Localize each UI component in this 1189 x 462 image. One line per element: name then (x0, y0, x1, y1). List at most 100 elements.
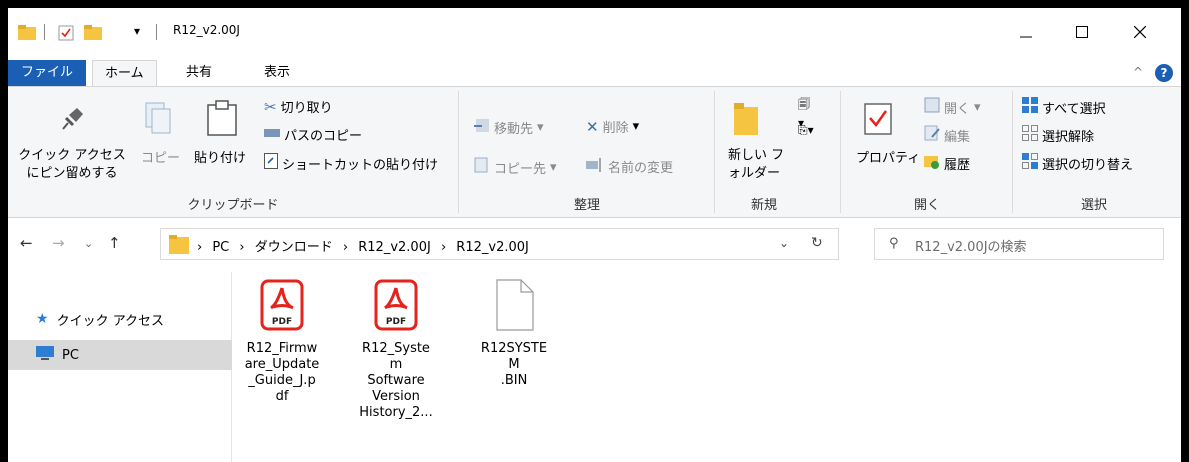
easy-access-icon[interactable]: ⎘▾ (798, 123, 814, 138)
breadcrumb-chevron-icon[interactable]: › (239, 240, 244, 255)
address-bar[interactable]: › PC › ダウンロード › R12_v2.00J › R12_v2.00J … (160, 228, 839, 260)
copy-icon (144, 101, 172, 138)
file-list: PDF R12_Firmw are_Update _Guide_J.p df P… (240, 272, 1180, 462)
invert-selection-icon (1022, 153, 1038, 173)
forward-arrow-icon[interactable]: → (52, 234, 65, 252)
help-icon[interactable]: ? (1155, 64, 1173, 82)
copy-to-button[interactable]: コピー先 ▾ (474, 157, 557, 177)
folder-icon (169, 235, 189, 258)
copy-path-label: パスのコピー (284, 129, 363, 144)
title-bar: ▾ R12_v2.00J (8, 8, 1181, 52)
up-arrow-icon[interactable]: ↑ (108, 234, 121, 252)
history-icon (924, 153, 940, 173)
rename-label: 名前の変更 (608, 161, 674, 176)
paste-shortcut-button[interactable]: ショートカットの貼り付け (264, 153, 438, 173)
file-item[interactable]: PDF R12_Firmw are_Update _Guide_J.p df (244, 278, 320, 405)
cut-label: 切り取り (280, 101, 333, 116)
customize-dropdown-icon[interactable]: ▾ (134, 24, 140, 38)
breadcrumb-chevron-icon[interactable]: › (197, 240, 202, 255)
separator (44, 24, 45, 40)
pdf-file-icon: PDF (373, 279, 419, 335)
new-folder-icon[interactable] (84, 25, 102, 44)
breadcrumb: › PC › ダウンロード › R12_v2.00J › R12_v2.00J (197, 236, 535, 255)
properties-button[interactable]: プロパティ (856, 147, 920, 166)
file-name: R12_Firmw are_Update _Guide_J.p df (244, 341, 320, 404)
search-box[interactable]: ⚲ R12_v2.00Jの検索 (874, 228, 1164, 260)
open-label: 開く (944, 101, 971, 117)
collapse-ribbon-icon[interactable]: ^ (1133, 65, 1143, 79)
file-name: R12_System Software Version History_2... (359, 341, 433, 420)
paste-button[interactable]: 貼り付け (194, 147, 246, 166)
copy-to-label: コピー先 (494, 161, 547, 177)
folder-icon (18, 25, 36, 44)
window-title: R12_v2.00J (173, 23, 240, 37)
select-none-button[interactable]: 選択解除 (1022, 125, 1094, 145)
file-item[interactable]: R12SYSTEM .BIN (476, 278, 552, 389)
tab-view[interactable]: 表示 (252, 60, 302, 86)
delete-button[interactable]: ✕ 削除 ▾ (586, 117, 640, 137)
open-group-label: 開く (913, 198, 940, 213)
pin-quick-access-button[interactable]: クイック アクセス にピン留めする (14, 147, 130, 183)
nav-item-pc[interactable]: PC (8, 340, 232, 370)
file-item[interactable]: PDF R12_System Software Version History_… (358, 278, 434, 421)
separator (156, 24, 157, 40)
star-icon: ★ (36, 311, 49, 327)
edit-label: 編集 (944, 129, 971, 145)
maximize-button[interactable] (1059, 16, 1105, 48)
tab-file[interactable]: ファイル (8, 60, 86, 86)
edit-button[interactable]: 編集 (924, 125, 970, 145)
nav-item-quick-access[interactable]: ★ クイック アクセス (8, 304, 232, 334)
recent-locations-chevron-icon[interactable]: ⌄ (84, 237, 93, 250)
breadcrumb-current-folder[interactable]: R12_v2.00J (456, 240, 529, 255)
tab-share[interactable]: 共有 (174, 60, 224, 86)
copy-path-icon (264, 127, 280, 142)
move-to-label: 移動先 (494, 121, 534, 137)
explorer-window: ▾ R12_v2.00J ファイル ホーム 共有 表示 ^ ? クイック アクセ… (8, 8, 1181, 462)
move-to-icon (474, 117, 490, 137)
chevron-down-icon: ▾ (974, 99, 981, 115)
file-name: R12SYSTEM .BIN (480, 341, 548, 388)
navigation-bar: ← → ⌄ ↑ › PC › ダウンロード › R12_v2.00J › R12… (8, 218, 1181, 268)
cut-button[interactable]: ✂ 切り取り (264, 97, 333, 117)
new-folder-button[interactable]: 新しい フォルダー (728, 147, 788, 183)
breadcrumb-downloads[interactable]: ダウンロード (255, 240, 333, 255)
scissors-icon: ✂ (264, 97, 277, 116)
select-all-label: すべて選択 (1042, 101, 1106, 117)
breadcrumb-pc[interactable]: PC (212, 240, 229, 255)
select-all-icon (1022, 97, 1038, 117)
open-button[interactable]: 開く ▾ (924, 97, 981, 117)
breadcrumb-chevron-icon[interactable]: › (441, 240, 446, 255)
edit-icon (924, 125, 940, 145)
refresh-icon[interactable]: ↻ (811, 235, 823, 251)
properties-check-icon[interactable] (58, 25, 74, 44)
monitor-icon (36, 346, 54, 364)
breadcrumb-chevron-icon[interactable]: › (343, 240, 348, 255)
select-none-icon (1022, 125, 1038, 145)
separator (840, 91, 841, 213)
search-placeholder: R12_v2.00Jの検索 (915, 240, 1027, 255)
organize-group: 移動先 ▾ コピー先 ▾ ✕ 削除 ▾ 名前の変更 整理 (460, 87, 714, 217)
nav-item-label: クイック アクセス (56, 313, 165, 329)
delete-label: 削除 (602, 121, 629, 136)
tab-home[interactable]: ホーム (92, 60, 157, 88)
back-arrow-icon[interactable]: ← (20, 234, 33, 252)
minimize-button[interactable] (1003, 16, 1049, 48)
chevron-down-icon: ▾ (537, 119, 544, 135)
history-button[interactable]: 履歴 (924, 153, 970, 173)
chevron-down-icon: ▾ (632, 119, 640, 134)
invert-selection-label: 選択の切り替え (1042, 157, 1134, 173)
breadcrumb-folder[interactable]: R12_v2.00J (358, 240, 431, 255)
address-dropdown-icon[interactable]: ⌄ (779, 236, 789, 250)
select-none-label: 選択解除 (1042, 129, 1095, 145)
new-group-label: 新規 (750, 198, 777, 213)
copy-path-button[interactable]: パスのコピー (264, 125, 362, 144)
copy-button[interactable]: コピー (141, 147, 180, 166)
move-to-button[interactable]: 移動先 ▾ (474, 117, 544, 137)
select-group: すべて選択 選択解除 選択の切り替え 選択 (1014, 87, 1174, 217)
close-button[interactable] (1117, 16, 1163, 48)
ribbon-tabs: ファイル ホーム 共有 表示 (8, 60, 1181, 88)
pin-icon (60, 105, 86, 134)
rename-button[interactable]: 名前の変更 (586, 157, 673, 176)
select-all-button[interactable]: すべて選択 (1022, 97, 1106, 117)
invert-selection-button[interactable]: 選択の切り替え (1022, 153, 1133, 173)
